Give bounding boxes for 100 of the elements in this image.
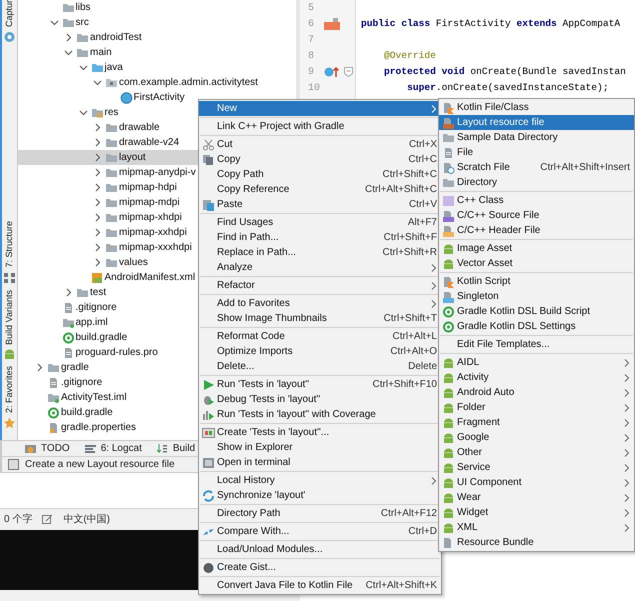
- menu-item[interactable]: Android Auto: [439, 385, 634, 400]
- menu-item[interactable]: Gradle Kotlin DSL Settings: [439, 319, 634, 334]
- side-tab[interactable]: Captur: [2, 0, 16, 44]
- android-icon: [442, 416, 455, 428]
- chevron-right-icon[interactable]: [93, 153, 102, 162]
- file-icon: [47, 376, 60, 388]
- tree-item[interactable]: main: [18, 45, 296, 60]
- tree-item[interactable]: java: [18, 60, 296, 75]
- chevron-right-icon[interactable]: [93, 258, 102, 267]
- menu-item[interactable]: Folder: [439, 400, 634, 415]
- chevron-down-icon[interactable]: [64, 48, 73, 57]
- menu-item[interactable]: Edit File Templates...: [439, 337, 634, 352]
- menu-item[interactable]: Fragment: [439, 415, 634, 430]
- menu-item[interactable]: Show Image Thumbnails Ctrl+Shift+T: [199, 311, 441, 326]
- panel-toggle-icon[interactable]: [8, 459, 19, 470]
- folder-icon: [90, 62, 104, 74]
- menu-item[interactable]: Create Gist...: [199, 560, 441, 575]
- android-icon: [442, 356, 455, 368]
- chevron-down-icon[interactable]: [78, 108, 88, 117]
- chevron-down-icon[interactable]: [50, 18, 58, 27]
- chevron-right-icon[interactable]: [93, 183, 102, 192]
- menu-item[interactable]: Convert Java File to Kotlin File Ctrl+Alt+Shift+K: [199, 578, 441, 593]
- menu-item[interactable]: Local History: [199, 473, 441, 488]
- chevron-right-icon[interactable]: [93, 123, 102, 132]
- menu-item[interactable]: New: [199, 101, 441, 116]
- chevron-right-icon[interactable]: [64, 33, 73, 42]
- chevron-right-icon[interactable]: [93, 168, 102, 177]
- menu-item[interactable]: Delete... Delete: [199, 359, 441, 374]
- menu-item[interactable]: Gradle Kotlin DSL Build Script: [439, 304, 634, 319]
- edit-icon[interactable]: [42, 514, 54, 525]
- tree-item[interactable]: libs: [18, 0, 296, 15]
- menu-item[interactable]: UI Component: [439, 475, 634, 490]
- chevron-right-icon[interactable]: [93, 213, 102, 222]
- menu-item[interactable]: Refactor: [199, 278, 441, 293]
- menu-item[interactable]: Sample Data Directory: [439, 130, 634, 145]
- menu-item[interactable]: Kotlin File/Class: [439, 100, 634, 115]
- chevron-right-icon[interactable]: [93, 243, 102, 252]
- chevron-down-icon[interactable]: [78, 63, 88, 72]
- menu-item[interactable]: Show in Explorer: [199, 440, 441, 455]
- menu-item[interactable]: Optimize Imports Ctrl+Alt+O: [199, 344, 441, 359]
- chevron-right-icon[interactable]: [93, 198, 102, 207]
- menu-item[interactable]: Analyze: [199, 260, 441, 275]
- menu-item[interactable]: Run 'Tests in 'layout'' Ctrl+Shift+F10: [199, 377, 441, 392]
- menu-item[interactable]: Open in terminal: [199, 455, 441, 470]
- menu-item[interactable]: Scratch File Ctrl+Alt+Shift+Insert: [439, 160, 634, 175]
- fold-marker-icon[interactable]: [344, 67, 353, 77]
- module-file-icon: [47, 392, 60, 404]
- menu-item[interactable]: Add to Favorites: [199, 296, 441, 311]
- menu-item[interactable]: Find in Path... Ctrl+Shift+F: [199, 230, 441, 245]
- menu-item[interactable]: Replace in Path... Ctrl+Shift+R: [199, 245, 441, 260]
- menu-item[interactable]: XML: [439, 520, 634, 535]
- tree-item[interactable]: src: [18, 15, 296, 30]
- menu-item[interactable]: File: [439, 145, 634, 160]
- tree-item[interactable]: androidTest: [18, 30, 296, 45]
- side-tab[interactable]: 7: Structure: [2, 221, 16, 284]
- menu-item[interactable]: Create 'Tests in 'layout''...: [199, 425, 441, 440]
- code-marker-icon[interactable]: [324, 18, 340, 30]
- chevron-right-icon[interactable]: [93, 138, 102, 147]
- tool-window-tab[interactable]: TODO: [24, 441, 70, 456]
- menu-item[interactable]: Resource Bundle: [439, 535, 634, 550]
- chevron-down-icon[interactable]: [93, 78, 102, 87]
- menu-item[interactable]: Layout resource file: [439, 115, 634, 130]
- menu-item[interactable]: Directory: [439, 175, 634, 190]
- tree-item[interactable]: com.example.admin.activitytest: [18, 75, 296, 90]
- tool-window-tab[interactable]: 6: Logcat: [84, 441, 142, 456]
- side-tab[interactable]: 2: Favorites: [2, 366, 16, 430]
- menu-item[interactable]: Other: [439, 445, 634, 460]
- menu-item[interactable]: Run 'Tests in 'layout'' with Coverage: [199, 407, 441, 422]
- chevron-right-icon[interactable]: [35, 363, 44, 372]
- menu-item[interactable]: C++ Class: [439, 193, 634, 208]
- menu-item[interactable]: C/C++ Source File: [439, 208, 634, 223]
- menu-item[interactable]: Find Usages Alt+F7: [199, 215, 441, 230]
- menu-item[interactable]: Load/Unload Modules...: [199, 542, 441, 557]
- menu-item[interactable]: Widget: [439, 505, 634, 520]
- menu-item[interactable]: Debug 'Tests in 'layout'': [199, 392, 441, 407]
- menu-item[interactable]: AIDL: [439, 355, 634, 370]
- override-marker-icon[interactable]: [324, 66, 340, 78]
- menu-item[interactable]: Compare With... Ctrl+D: [199, 524, 441, 539]
- menu-item[interactable]: Kotlin Script: [439, 274, 634, 289]
- menu-item[interactable]: Wear: [439, 490, 634, 505]
- menu-item[interactable]: Reformat Code Ctrl+Alt+L: [199, 329, 441, 344]
- menu-item[interactable]: Cut Ctrl+X: [199, 137, 441, 152]
- menu-item[interactable]: C/C++ Header File: [439, 223, 634, 238]
- menu-item[interactable]: Vector Asset: [439, 256, 634, 271]
- menu-item[interactable]: Singleton: [439, 289, 634, 304]
- menu-item[interactable]: Activity: [439, 370, 634, 385]
- menu-item[interactable]: Link C++ Project with Gradle: [199, 119, 441, 134]
- tool-window-tab[interactable]: Build: [156, 441, 196, 456]
- menu-item[interactable]: Copy Path Ctrl+Shift+C: [199, 167, 441, 182]
- menu-item[interactable]: Google: [439, 430, 634, 445]
- menu-item[interactable]: Image Asset: [439, 241, 634, 256]
- menu-item[interactable]: Directory Path Ctrl+Alt+F12: [199, 506, 441, 521]
- menu-item[interactable]: Paste Ctrl+V: [199, 197, 441, 212]
- language-indicator[interactable]: 中文(中国): [63, 512, 110, 527]
- menu-item[interactable]: Service: [439, 460, 634, 475]
- side-tab[interactable]: Build Variants: [2, 290, 16, 360]
- chevron-right-icon[interactable]: [64, 288, 73, 297]
- menu-item[interactable]: Synchronize 'layout': [199, 488, 441, 503]
- chevron-right-icon[interactable]: [93, 228, 102, 237]
- menu-item[interactable]: Copy Reference Ctrl+Alt+Shift+C: [199, 182, 441, 197]
